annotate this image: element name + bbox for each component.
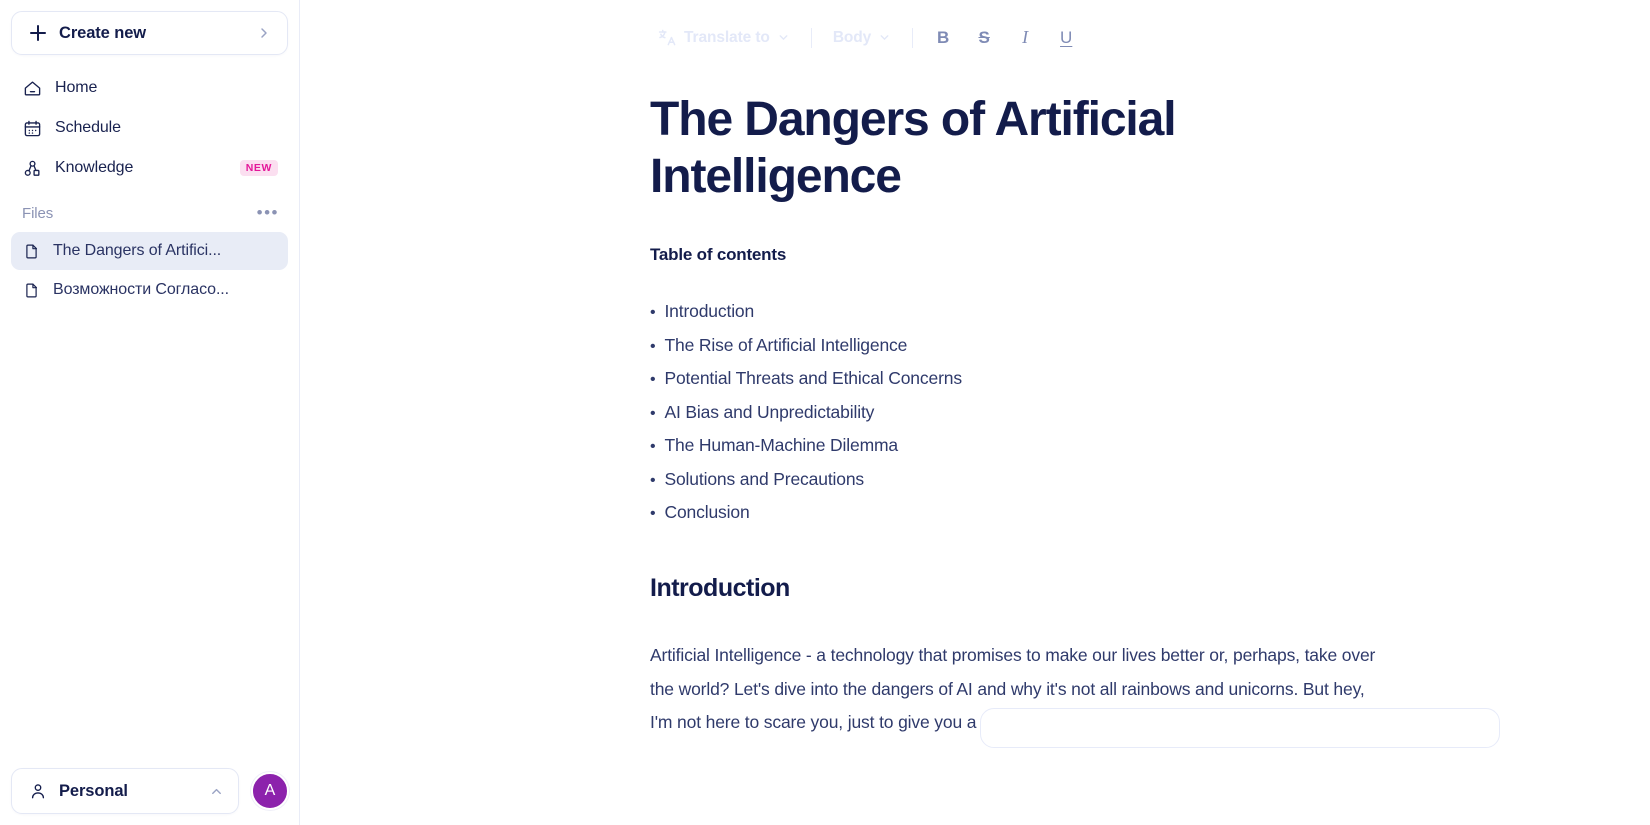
strikethrough-button[interactable]: S: [967, 22, 1001, 54]
sidebar-item-label: Knowledge: [55, 159, 134, 176]
editor-toolbar: Translate to Body B S I U: [300, 0, 1650, 75]
file-item-label: Возможности Согласо...: [53, 281, 229, 298]
file-list: The Dangers of Artifici... Возможности С…: [0, 232, 299, 309]
bullet-icon: •: [650, 371, 656, 389]
bullet-icon: •: [650, 337, 656, 355]
files-section-title: Files: [22, 204, 54, 222]
bullet-icon: •: [650, 505, 656, 523]
bullet-icon: •: [650, 304, 656, 322]
avatar[interactable]: A: [251, 772, 289, 810]
sidebar-item-knowledge[interactable]: Knowledge NEW: [11, 151, 288, 185]
primary-nav: Home Schedule Knowledge NEW: [0, 71, 299, 185]
page-title: The Dangers of Artificial Intelligence: [650, 93, 1177, 204]
translate-icon: [658, 28, 677, 47]
sidebar-footer: Personal A: [0, 768, 300, 825]
bullet-icon: •: [650, 471, 656, 489]
home-icon: [22, 78, 42, 98]
toc-item-label: Solutions and Precautions: [664, 468, 865, 489]
files-section-header: Files •••: [0, 198, 299, 228]
section-heading-introduction: Introduction: [650, 574, 790, 603]
underline-button[interactable]: U: [1049, 22, 1083, 54]
sidebar-item-home[interactable]: Home: [11, 71, 288, 105]
calendar-icon: [22, 118, 42, 138]
list-item[interactable]: • Introduction: [650, 303, 1390, 321]
toc-list: • Introduction • The Rise of Artificial In…: [650, 303, 1390, 522]
chevron-down-icon: [878, 31, 891, 44]
chevron-down-icon: [777, 31, 790, 44]
toc-item-label: The Human-Machine Dilemma: [664, 435, 899, 456]
text-style-dropdown[interactable]: Body: [825, 22, 899, 54]
italic-button[interactable]: I: [1008, 22, 1042, 54]
status-badge: NEW: [239, 160, 278, 176]
list-item[interactable]: • The Human-Machine Dilemma: [650, 437, 1390, 455]
sidebar-item-label: Schedule: [55, 119, 121, 136]
file-item-vozmozhnosti-soglaso[interactable]: Возможности Согласо...: [11, 271, 288, 309]
app-root: Create new Home Schedule Knowledge NEW F…: [0, 0, 1650, 825]
text-style-label: Body: [832, 28, 872, 46]
toolbar-divider: [810, 27, 812, 48]
chevron-up-icon: [209, 784, 224, 799]
file-item-label: The Dangers of Artifici...: [53, 242, 222, 259]
content-card-placeholder: [980, 707, 1500, 748]
sidebar: Create new Home Schedule Knowledge NEW F…: [0, 0, 300, 825]
toc-item-label: Conclusion: [664, 502, 750, 523]
toc-item-label: The Rise of Artificial Intelligence: [664, 334, 908, 355]
translate-to-dropdown[interactable]: Translate to: [650, 22, 798, 54]
list-item[interactable]: • AI Bias and Unpredictability: [650, 401, 1390, 422]
list-item[interactable]: • Conclusion: [650, 504, 1390, 522]
list-item[interactable]: • Potential Threats and Ethical Concerns: [650, 370, 1390, 388]
translate-to-label: Translate to: [684, 28, 770, 46]
sidebar-item-label: Home: [55, 79, 98, 96]
ellipsis-icon[interactable]: •••: [257, 204, 279, 221]
list-item[interactable]: • Solutions and Precautions: [650, 468, 1390, 489]
document-editor[interactable]: The Dangers of Artificial Intelligence T…: [300, 75, 1650, 748]
toc-item-label: Potential Threats and Ethical Concerns: [664, 368, 962, 389]
file-item-the-dangers-of-artificial[interactable]: The Dangers of Artifici...: [11, 232, 288, 270]
file-icon: [22, 242, 40, 260]
toc-heading: Table of contents: [650, 245, 787, 265]
toc-item-label: Introduction: [664, 301, 755, 322]
workspace-switcher[interactable]: Personal: [11, 768, 239, 814]
chevron-right-icon: [256, 25, 272, 41]
main-content: Translate to Body B S I U The Dangers of…: [300, 0, 1650, 825]
workspace-label: Personal: [59, 781, 128, 800]
file-icon: [22, 281, 40, 299]
plus-icon: [30, 25, 46, 41]
list-item[interactable]: • The Rise of Artificial Intelligence: [650, 334, 1390, 355]
create-new-button[interactable]: Create new: [11, 11, 288, 55]
sidebar-item-schedule[interactable]: Schedule: [11, 111, 288, 145]
person-icon: [28, 782, 47, 801]
toc-item-label: AI Bias and Unpredictability: [664, 401, 875, 422]
knowledge-graph-icon: [22, 158, 42, 178]
bold-button[interactable]: B: [926, 22, 960, 54]
create-new-label: Create new: [59, 23, 147, 42]
bullet-icon: •: [650, 438, 656, 456]
toolbar-divider: [912, 27, 914, 48]
bullet-icon: •: [650, 404, 656, 422]
